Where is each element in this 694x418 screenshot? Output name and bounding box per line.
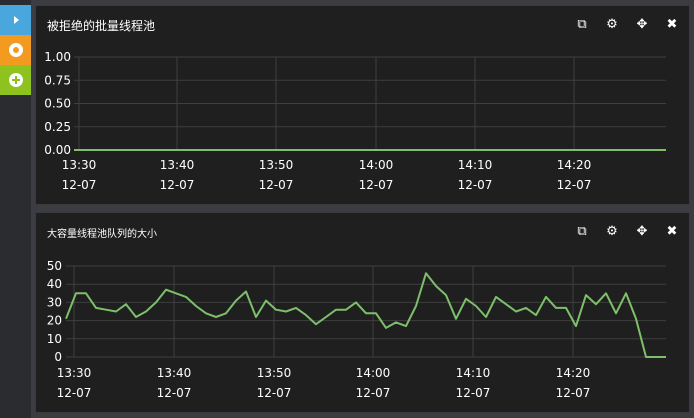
play-icon: [14, 16, 19, 24]
x-tick-date-label: 12-07: [557, 178, 592, 192]
copy-icon[interactable]: ⧉: [573, 17, 591, 33]
x-tick-time-label: 13:40: [160, 158, 195, 172]
y-tick-label: 0.25: [44, 120, 71, 134]
gear-icon: [8, 43, 23, 57]
y-tick-label: 0: [54, 350, 62, 364]
panel-title: 大容量线程池队列的大小: [47, 229, 157, 240]
y-tick-label: 30: [47, 295, 62, 309]
dashboard-sidebar: [0, 0, 31, 418]
close-icon[interactable]: ✖: [663, 17, 681, 33]
copy-icon[interactable]: ⧉: [573, 224, 591, 240]
bulk-threadpool-queue-size-chart: 50 40 30 20 10 0 13:30 12-07 13:40 12-07 13:50 12-0…: [47, 259, 666, 400]
x-tick-date-label: 12-07: [356, 386, 391, 400]
x-tick-time-label: 14:00: [359, 158, 394, 172]
gear-icon[interactable]: ⚙: [603, 17, 621, 33]
rejected-bulk-threadpool-panel: 1.00 0.75 0.50 0.25 0.00 13:30 12-07 13:40 12-07…: [35, 5, 690, 205]
x-tick-date-label: 12-07: [458, 178, 493, 192]
y-tick-label: 0.75: [44, 73, 71, 87]
bulk-threadpool-queue-size-panel: 50 40 30 20 10 0 13:30 12-07 13:40 12-07 13:50 12-0…: [35, 212, 690, 413]
move-icon[interactable]: ✥: [633, 224, 651, 240]
panel-toolbar: ⧉ ⚙ ✥ ✖: [573, 17, 681, 33]
x-tick-time-label: 13:30: [57, 366, 92, 380]
x-tick-date-label: 12-07: [456, 386, 491, 400]
y-tick-label: 1.00: [44, 50, 71, 64]
x-tick-time-label: 13:30: [62, 158, 97, 172]
rejected-bulk-threadpool-chart: 1.00 0.75 0.50 0.25 0.0013:30 12-07 13:40 12-07…: [44, 50, 666, 192]
y-tick-label: 40: [47, 277, 62, 291]
y-tick-label: 20: [47, 314, 62, 328]
y-tick-label: 50: [47, 259, 62, 273]
close-icon[interactable]: ✖: [663, 224, 681, 240]
gear-icon[interactable]: ⚙: [603, 224, 621, 240]
x-tick-time-label: 13:40: [157, 366, 192, 380]
panel-toolbar: ⧉ ⚙ ✥ ✖: [573, 224, 681, 240]
x-tick-time-label: 14:10: [456, 366, 491, 380]
x-tick-time-label: 14:20: [557, 158, 592, 172]
x-tick-time-label: 14:00: [356, 366, 391, 380]
x-tick-time-label: 14:20: [556, 366, 591, 380]
x-tick-date-label: 12-07: [359, 178, 394, 192]
x-tick-date-label: 12-07: [157, 386, 192, 400]
expand-button[interactable]: [0, 5, 31, 35]
y-tick-label: 0.00: [44, 143, 71, 157]
settings-button[interactable]: [0, 35, 31, 65]
y-tick-label: 10: [47, 332, 62, 346]
x-tick-date-label: 12-07: [556, 386, 591, 400]
series-line: [65, 272, 666, 358]
x-tick-date-label: 12-07: [160, 178, 195, 192]
move-icon[interactable]: ✥: [633, 17, 651, 33]
y-tick-label: 0.50: [44, 97, 71, 111]
panel-title: 被拒绝的批量线程池: [47, 19, 156, 33]
add-panel-button[interactable]: [0, 65, 31, 95]
x-tick-time-label: 13:50: [259, 158, 294, 172]
x-tick-time-label: 14:10: [458, 158, 493, 172]
x-tick-date-label: 12-07: [257, 386, 292, 400]
x-tick-date-label: 12-07: [57, 386, 92, 400]
x-tick-date-label: 12-07: [62, 178, 97, 192]
x-tick-time-label: 13:50: [257, 366, 292, 380]
plus-circle-icon: [8, 73, 23, 87]
x-tick-date-label: 12-07: [259, 178, 294, 192]
